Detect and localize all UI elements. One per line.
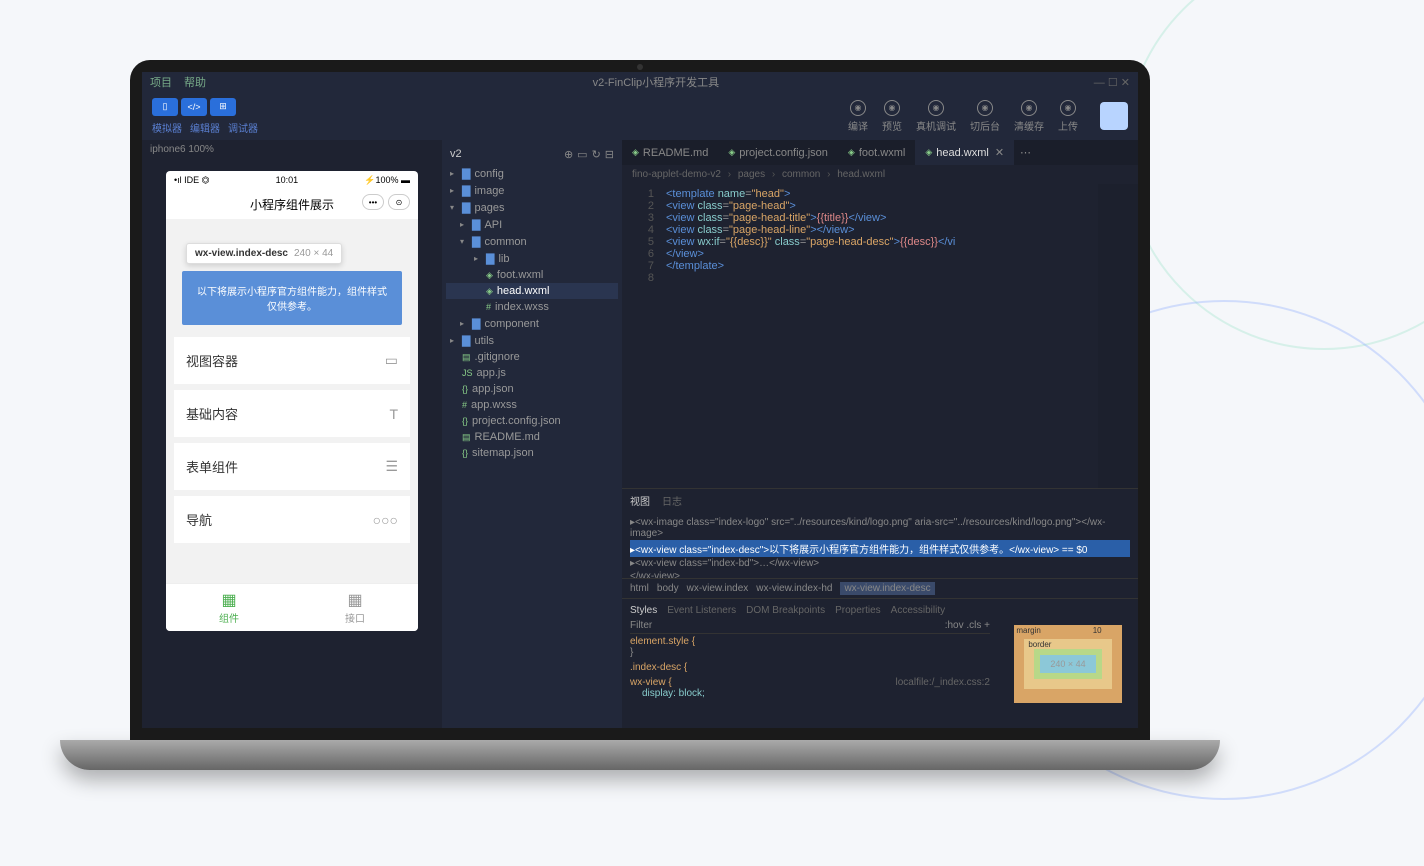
- toolbar-left-labels: 模拟器 编辑器 调试器: [152, 120, 258, 135]
- new-folder-icon[interactable]: ▭: [577, 148, 587, 161]
- collapse-icon[interactable]: ⊟: [605, 148, 614, 161]
- menu-project[interactable]: 项目: [150, 74, 172, 90]
- window-controls[interactable]: — ☐ ✕: [1094, 76, 1130, 89]
- editor-tab[interactable]: ◈project.config.json: [718, 140, 838, 165]
- tree-item[interactable]: #app.wxss: [446, 397, 618, 413]
- list-item[interactable]: 表单组件☰: [174, 443, 410, 490]
- new-file-icon[interactable]: ⊕: [564, 148, 573, 161]
- dom-crumb[interactable]: wx-view.index-hd: [756, 583, 832, 594]
- tree-item[interactable]: ◈foot.wxml: [446, 267, 618, 283]
- webcam-icon: [637, 64, 643, 70]
- dom-breadcrumb[interactable]: html body wx-view.index wx-view.index-hd wx-…: [622, 578, 1138, 598]
- device-preview[interactable]: •ıl IDE ⏣ 10:01 ⚡100% ▬ 小程序组件展示 ••• ⊙ wx…: [166, 171, 418, 631]
- tree-item[interactable]: ▸▇lib: [446, 250, 618, 267]
- menubar: 项目 帮助 v2-FinClip小程序开发工具 — ☐ ✕: [142, 72, 1138, 92]
- minimap[interactable]: [1098, 184, 1138, 488]
- styles-tab[interactable]: Properties: [835, 605, 881, 616]
- list-item[interactable]: 导航○○○: [174, 496, 410, 543]
- box-model[interactable]: margin 10 border 240 × 44: [998, 599, 1138, 728]
- devtools-tab-console[interactable]: 日志: [662, 493, 682, 508]
- device-label[interactable]: iphone6 100%: [142, 140, 442, 159]
- tree-item[interactable]: ▸▇component: [446, 315, 618, 332]
- tree-item[interactable]: #index.wxss: [446, 299, 618, 315]
- dom-node[interactable]: ▸<wx-image class="index-logo" src="../re…: [630, 516, 1130, 540]
- list-item[interactable]: 基础内容T: [174, 390, 410, 437]
- code-editor[interactable]: 1<template name="head">2 <view class="pa…: [622, 184, 1138, 488]
- phone-status-bar: •ıl IDE ⏣ 10:01 ⚡100% ▬: [166, 171, 418, 190]
- tree-item[interactable]: ▸▇config: [446, 165, 618, 182]
- toolbar-action[interactable]: ◉清缓存: [1014, 100, 1044, 133]
- dom-crumb[interactable]: html: [630, 583, 649, 594]
- dom-crumb[interactable]: body: [657, 583, 679, 594]
- menu-help[interactable]: 帮助: [184, 74, 206, 90]
- tree-item[interactable]: ▤README.md: [446, 429, 618, 445]
- tree-item[interactable]: ▸▇API: [446, 216, 618, 233]
- tree-item[interactable]: ▸▇image: [446, 182, 618, 199]
- dom-crumb[interactable]: wx-view.index-desc: [840, 582, 934, 595]
- phone-tab[interactable]: ▦接口: [292, 584, 418, 631]
- laptop-frame: 项目 帮助 v2-FinClip小程序开发工具 — ☐ ✕ ▯ </> ⊞ 模拟…: [60, 60, 1220, 820]
- styles-filter-actions[interactable]: :hov .cls +: [945, 620, 990, 631]
- close-icon[interactable]: ✕: [995, 146, 1004, 159]
- toolbar-action[interactable]: ◉预览: [882, 100, 902, 133]
- tree-item[interactable]: {}app.json: [446, 381, 618, 397]
- capsule-menu-icon[interactable]: •••: [362, 194, 384, 210]
- simulator-toggle-button[interactable]: ▯: [152, 98, 178, 116]
- inspector-tooltip: wx-view.index-desc240 × 44: [186, 243, 342, 264]
- styles-tab[interactable]: DOM Breakpoints: [746, 605, 825, 616]
- laptop-base: [60, 740, 1220, 770]
- styles-tab[interactable]: Accessibility: [891, 605, 945, 616]
- breadcrumb[interactable]: fino-applet-demo-v2 › pages › common › h…: [622, 165, 1138, 184]
- tree-item[interactable]: {}project.config.json: [446, 413, 618, 429]
- list-item[interactable]: 视图容器▭: [174, 337, 410, 384]
- highlighted-element[interactable]: 以下将展示小程序官方组件能力，组件样式仅供参考。: [182, 271, 402, 325]
- toolbar-action[interactable]: ◉编译: [848, 100, 868, 133]
- debugger-toggle-button[interactable]: ⊞: [210, 98, 236, 116]
- tree-item[interactable]: ▤.gitignore: [446, 349, 618, 365]
- window-title: v2-FinClip小程序开发工具: [218, 74, 1094, 90]
- tree-item[interactable]: ▾▇pages: [446, 199, 618, 216]
- styles-tab[interactable]: Styles: [630, 605, 657, 616]
- styles-filter-input[interactable]: Filter: [630, 620, 652, 631]
- toolbar-action[interactable]: ◉切后台: [970, 100, 1000, 133]
- devtools-panel[interactable]: 视图 日志 ▸<wx-image class="index-logo" src=…: [622, 488, 1138, 728]
- file-explorer[interactable]: v2 ⊕ ▭ ↻ ⊟ ▸▇config▸▇image▾▇pages▸▇API▾▇…: [442, 140, 622, 728]
- toolbar-action[interactable]: ◉上传: [1058, 100, 1078, 133]
- tree-item[interactable]: ◈head.wxml: [446, 283, 618, 299]
- dom-tree[interactable]: ▸<wx-image class="index-logo" src="../re…: [622, 512, 1138, 578]
- ide-screen: 项目 帮助 v2-FinClip小程序开发工具 — ☐ ✕ ▯ </> ⊞ 模拟…: [142, 72, 1138, 728]
- toolbar: ▯ </> ⊞ 模拟器 编辑器 调试器 ◉编译 ◉预览 ◉真机调试 ◉切后台 ◉清缓存 ◉…: [142, 92, 1138, 140]
- tab-overflow-icon[interactable]: ⋯: [1014, 140, 1037, 165]
- styles-tab[interactable]: Event Listeners: [667, 605, 736, 616]
- tree-item[interactable]: ▾▇common: [446, 233, 618, 250]
- simulator-panel: iphone6 100% •ıl IDE ⏣ 10:01 ⚡100% ▬ 小程序…: [142, 140, 442, 728]
- toolbar-action[interactable]: ◉真机调试: [916, 100, 956, 133]
- css-rules[interactable]: element.style {}.index-desc {</span><div…: [630, 634, 990, 701]
- editor-tab[interactable]: ◈foot.wxml: [838, 140, 915, 165]
- dom-crumb[interactable]: wx-view.index: [687, 583, 749, 594]
- explorer-root-label[interactable]: v2: [450, 148, 462, 161]
- editor-tab[interactable]: ◈README.md: [622, 140, 718, 165]
- phone-page-title: 小程序组件展示 ••• ⊙: [166, 190, 418, 219]
- editor-toggle-button[interactable]: </>: [181, 98, 207, 116]
- phone-tab[interactable]: ▦组件: [166, 584, 292, 631]
- devtools-tab-elements[interactable]: 视图: [630, 493, 650, 508]
- tree-item[interactable]: JSapp.js: [446, 365, 618, 381]
- editor-tabs: ◈README.md◈project.config.json◈foot.wxml…: [622, 140, 1138, 165]
- avatar[interactable]: [1100, 102, 1128, 130]
- editor-tab[interactable]: ◈head.wxml✕: [915, 140, 1014, 165]
- dom-node[interactable]: </wx-view>: [630, 570, 1130, 578]
- tree-item[interactable]: {}sitemap.json: [446, 445, 618, 461]
- tree-item[interactable]: ▸▇utils: [446, 332, 618, 349]
- dom-node[interactable]: ▸<wx-view class="index-bd">…</wx-view>: [630, 557, 1130, 570]
- capsule-close-icon[interactable]: ⊙: [388, 194, 410, 210]
- dom-node[interactable]: ▸<wx-view class="index-desc">以下将展示小程序官方组…: [630, 540, 1130, 557]
- refresh-icon[interactable]: ↻: [592, 148, 601, 161]
